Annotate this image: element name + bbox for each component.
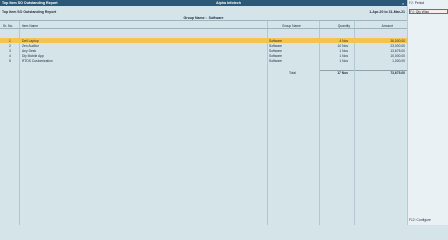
total-row: Total 17 Nos 73,675.00 — [0, 70, 407, 75]
header-group-name: Group Name — [282, 23, 301, 28]
period-button[interactable]: F2: Period — [409, 1, 448, 6]
group-value: Software — [208, 15, 224, 20]
total-label: Total — [289, 70, 296, 75]
report-period: 1-Apr-20 to 31-Mar-21 — [369, 10, 405, 14]
header-quantity: Quantity — [337, 23, 350, 28]
cell-item-name: RTDS Customization — [22, 58, 53, 63]
cell-quantity: 1 Nos — [339, 58, 348, 63]
total-quantity: 17 Nos — [337, 70, 348, 75]
cell-group-name: Software — [269, 58, 283, 63]
header-amount: Amount — [381, 23, 393, 28]
configure-label: Configure — [416, 218, 431, 222]
configure-button[interactable]: F12: Configure — [409, 218, 431, 222]
total-amount: 73,675.00 — [390, 70, 405, 75]
group-filter: Group Name : Software — [0, 16, 407, 20]
cell-amount: 1,000.00 — [392, 58, 405, 63]
close-icon[interactable]: × — [402, 1, 404, 6]
report-area: Top Item SO Outstanding Report 1-Apr-20 … — [0, 6, 407, 225]
company-name: Alpha Infotech — [216, 1, 241, 5]
header-item-name: Item Name — [22, 23, 39, 28]
cell-sr-no: 5 — [9, 58, 11, 63]
window-title: Top Item SO Outstanding Report — [2, 1, 58, 5]
period-key: F2: — [409, 1, 414, 5]
configure-key: F12: — [409, 218, 416, 222]
qty-wise-key: F4: — [410, 10, 415, 14]
period-label: Period — [414, 1, 425, 5]
table-row[interactable]: 5 RTDS Customization Software 1 Nos 1,00… — [0, 58, 407, 63]
report-table: Sr. No. Item Name Group Name Quantity Am… — [0, 20, 407, 225]
group-label: Group Name : — [183, 15, 207, 20]
qty-wise-button[interactable]: F4: Qty Wise — [409, 9, 448, 14]
button-bar: F2: Period F4: Qty Wise F12: Configure — [407, 0, 448, 225]
qty-wise-label: Qty Wise — [415, 10, 430, 14]
report-title: Top Item SO Outstanding Report — [2, 10, 57, 14]
header-sr-no: Sr. No. — [3, 23, 14, 28]
table-header: Sr. No. Item Name Group Name Quantity Am… — [0, 20, 407, 29]
